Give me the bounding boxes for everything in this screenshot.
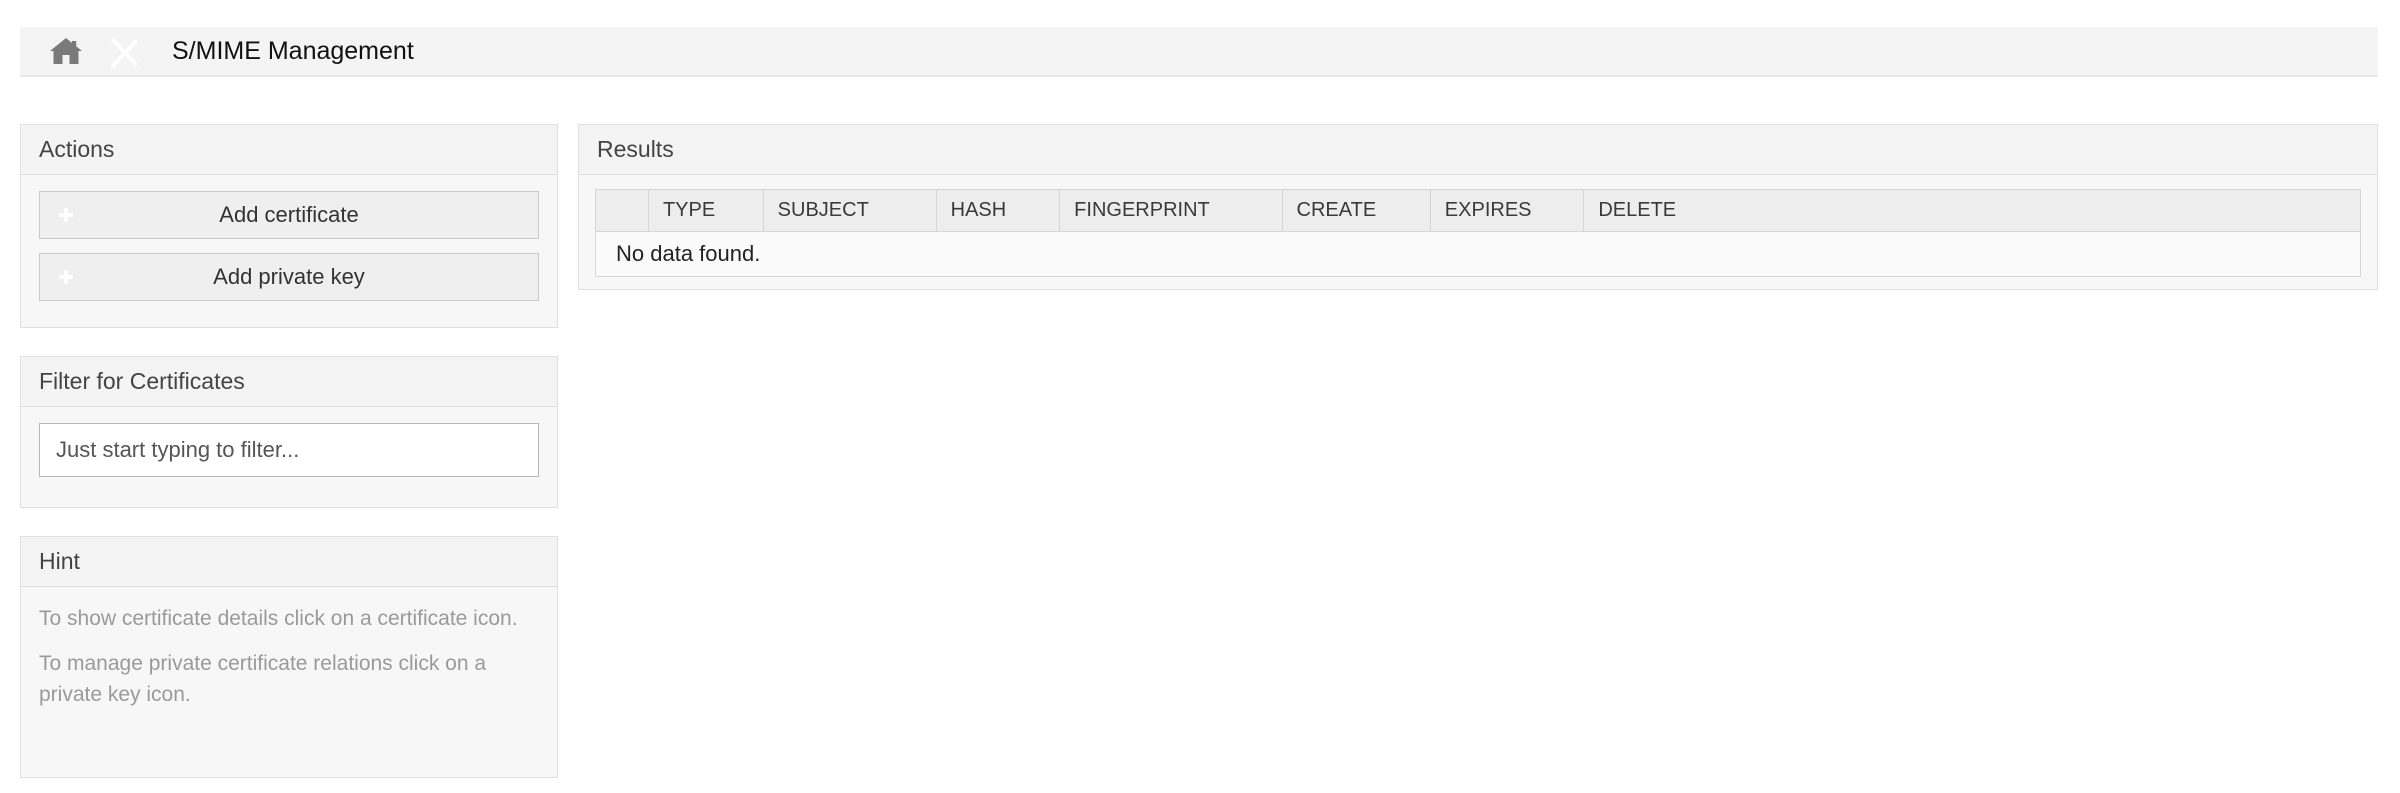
hint-panel-title: Hint: [39, 548, 80, 574]
add-certificate-button[interactable]: Add certificate: [39, 191, 539, 239]
actions-panel-body: Add certificate Add private key: [21, 175, 557, 319]
chevron-right-separator-icon: [112, 26, 146, 76]
certificate-filter-input[interactable]: [39, 423, 539, 477]
hint-line: To manage private certificate relations …: [39, 652, 487, 706]
add-private-key-label: Add private key: [213, 264, 365, 289]
filter-panel-body: [21, 407, 557, 495]
breadcrumb-home-button[interactable]: [20, 26, 112, 76]
results-column-subject[interactable]: SUBJECT: [763, 189, 937, 232]
add-certificate-label: Add certificate: [219, 202, 359, 227]
results-column-type[interactable]: TYPE: [648, 189, 764, 232]
filter-panel-header: Filter for Certificates: [21, 357, 557, 407]
results-column-icon[interactable]: [595, 189, 649, 232]
results-column-fingerprint[interactable]: FINGERPRINT: [1059, 189, 1283, 232]
hint-panel: Hint To show certificate details click o…: [20, 536, 558, 778]
hint-line: To show certificate details click on a c…: [39, 607, 518, 630]
breadcrumb-page-title[interactable]: S/MIME Management: [172, 37, 414, 66]
actions-panel-header: Actions: [21, 125, 557, 175]
hint-panel-body: To show certificate details click on a c…: [21, 587, 557, 728]
results-column-hash[interactable]: HASH: [936, 189, 1061, 232]
actions-panel-title: Actions: [39, 136, 115, 162]
results-panel-title: Results: [597, 136, 674, 162]
actions-panel: Actions Add certificate Add private key: [20, 124, 558, 328]
filter-panel: Filter for Certificates: [20, 356, 558, 508]
results-table: TYPE SUBJECT HASH FINGERPRINT CREATE EXPIRES D…: [595, 189, 2361, 277]
results-panel-header: Results: [579, 125, 2377, 175]
table-row-empty: No data found.: [595, 231, 2361, 277]
no-data-message: No data found.: [595, 231, 2361, 277]
home-icon: [49, 36, 83, 66]
results-table-header-row: TYPE SUBJECT HASH FINGERPRINT CREATE EXPIRES D…: [595, 189, 2361, 232]
results-panel-body: TYPE SUBJECT HASH FINGERPRINT CREATE EXPIRES D…: [579, 175, 2377, 293]
filter-panel-title: Filter for Certificates: [39, 368, 245, 394]
plus-icon: [52, 263, 80, 291]
hint-panel-header: Hint: [21, 537, 557, 587]
results-panel: Results TYPE SUBJECT HASH FINGERPRINT CREATE…: [578, 124, 2378, 290]
add-private-key-button[interactable]: Add private key: [39, 253, 539, 301]
breadcrumb: S/MIME Management: [20, 27, 2378, 77]
results-column-create[interactable]: CREATE: [1282, 189, 1431, 232]
results-column-expires[interactable]: EXPIRES: [1430, 189, 1585, 232]
results-column-delete[interactable]: DELETE: [1583, 189, 2361, 232]
plus-icon: [52, 201, 80, 229]
